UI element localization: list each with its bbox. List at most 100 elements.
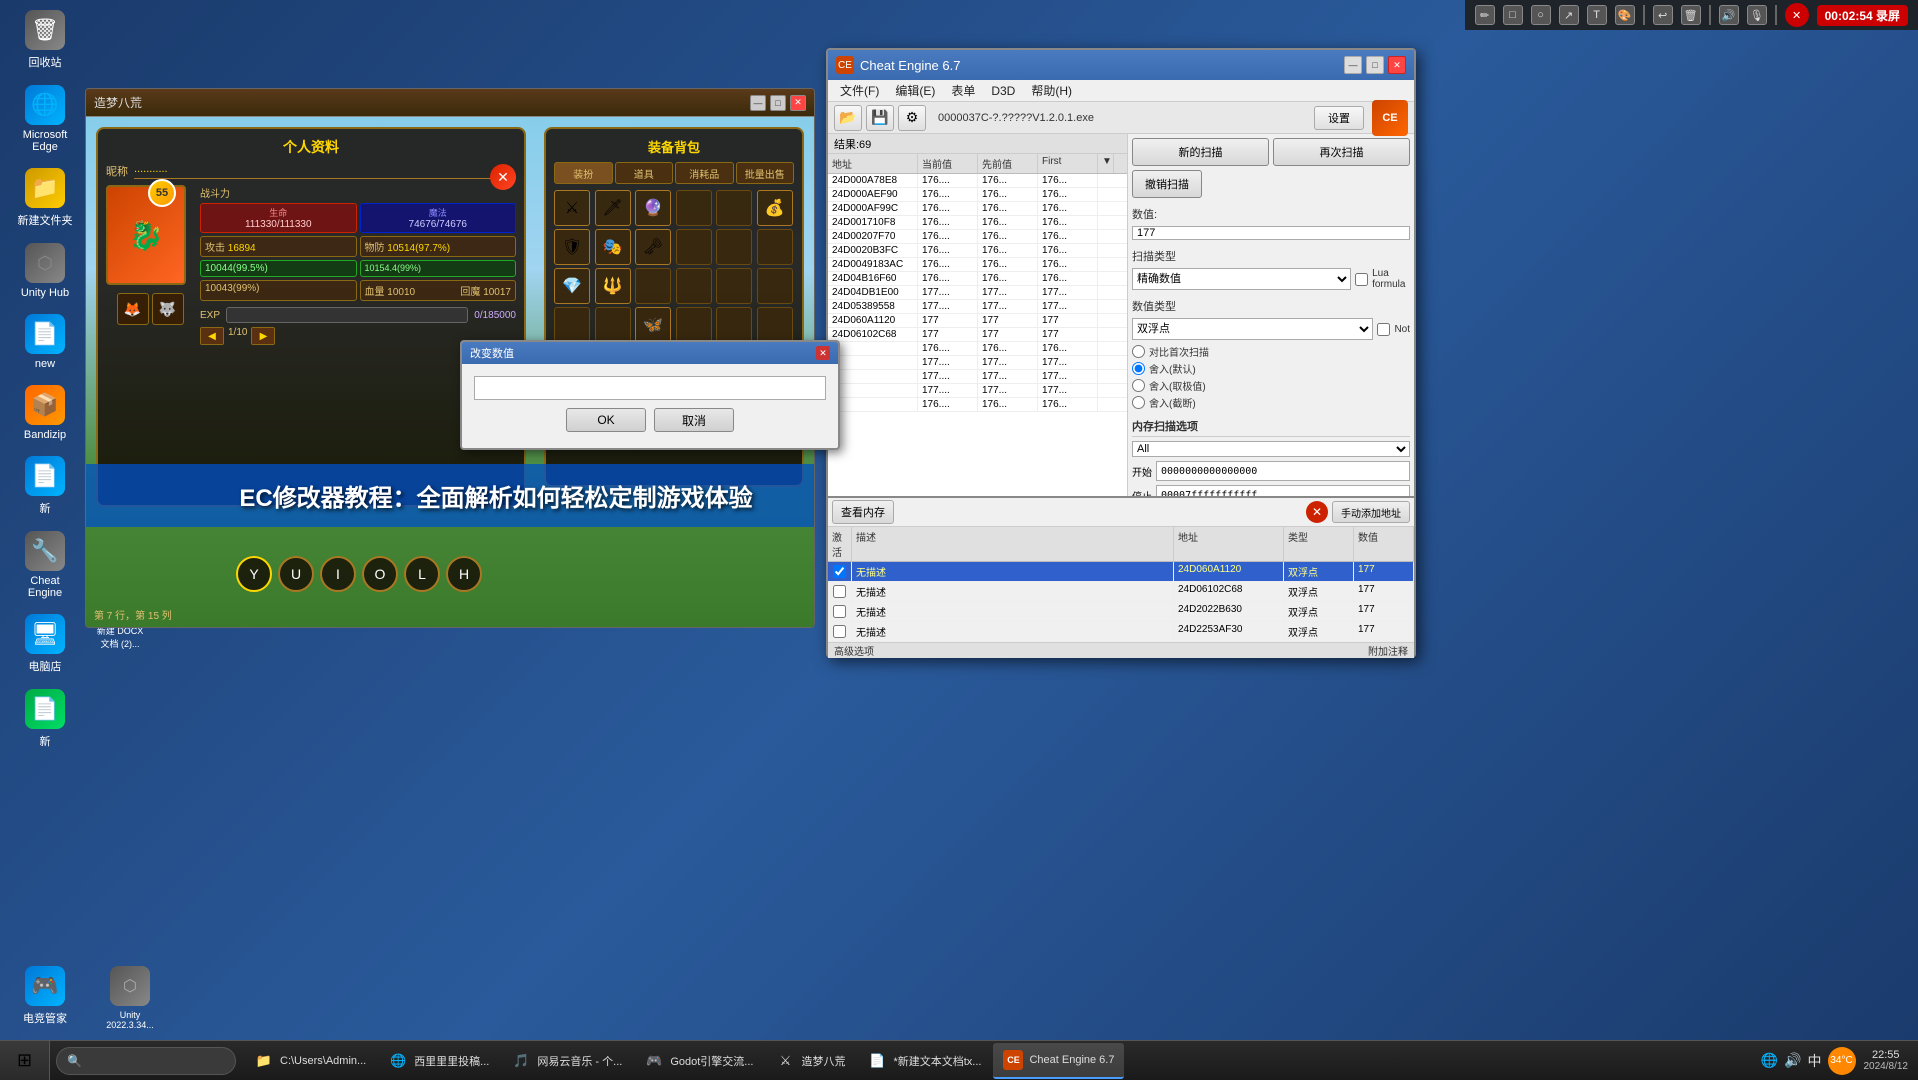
scan-row-9[interactable]: 24D05389558 177.... 177... 177... — [828, 300, 1127, 314]
ce-results-table[interactable]: 地址 当前值 先前值 First ▼ 24D000A78E8 176.... 1… — [828, 154, 1127, 496]
bag-slot-17[interactable] — [716, 268, 752, 304]
toolbar-delete[interactable]: 🗑 — [1681, 5, 1701, 25]
taskbar-app-ce[interactable]: CE Cheat Engine 6.7 — [993, 1043, 1124, 1079]
toolbar-circle[interactable]: ○ — [1531, 5, 1551, 25]
value-input[interactable] — [1132, 226, 1410, 240]
compare-radio-trunc[interactable] — [1132, 396, 1145, 409]
cancel-scan-button[interactable]: 撤销扫描 — [1132, 170, 1202, 198]
char-panel-close[interactable]: ✕ — [490, 164, 516, 190]
bag-slot-8[interactable]: 🎭 — [595, 229, 631, 265]
next-btn[interactable]: ▶ — [251, 327, 275, 345]
taskbar-app-explorer[interactable]: 📁 C:\Users\Admin... — [244, 1043, 376, 1079]
taskbar-app-game[interactable]: ⚔ 造梦八荒 — [765, 1043, 855, 1079]
ce-settings-btn[interactable]: 设置 — [1314, 106, 1364, 130]
game-minimize-button[interactable]: — — [750, 95, 766, 111]
bag-slot-16[interactable] — [676, 268, 712, 304]
ce-menu-file[interactable]: 文件(F) — [832, 80, 887, 101]
bag-tab-sell[interactable]: 批量出售 — [736, 162, 795, 184]
toolbar-audio[interactable]: 🔊 — [1719, 5, 1739, 25]
skill-o[interactable]: O — [362, 556, 398, 592]
taskbar-search[interactable]: 🔍 — [56, 1047, 236, 1075]
not-checkbox[interactable] — [1377, 323, 1390, 336]
compare-radio-default[interactable] — [1132, 362, 1145, 375]
addr-row-0[interactable]: 无描述 24D060A1120 双浮点 177 — [828, 562, 1414, 582]
sidebar-item-new-folder[interactable]: 📁 新建文件夹 — [10, 168, 80, 228]
sidebar-item-bandizip[interactable]: 📦 Bandizip — [10, 385, 80, 441]
sidebar-item-edge[interactable]: 🌐 MicrosoftEdge — [10, 85, 80, 153]
addr-checkbox-2[interactable] — [833, 605, 846, 618]
taskbar-app-netease[interactable]: 🎵 网易云音乐 - 个... — [501, 1043, 632, 1079]
bag-slot-20[interactable] — [595, 307, 631, 343]
dialog-ok-button[interactable]: OK — [566, 408, 646, 432]
addr-row-3[interactable]: 无描述 24D2253AF30 双浮点 177 — [828, 622, 1414, 642]
delete-icon[interactable]: ✕ — [1306, 501, 1328, 523]
bag-tab-item[interactable]: 道具 — [615, 162, 674, 184]
scan-row-10[interactable]: 24D060A1120 177 177 177 — [828, 314, 1127, 328]
new-scan-button[interactable]: 新的扫描 — [1132, 138, 1269, 166]
ce-menu-d3d[interactable]: D3D — [983, 82, 1023, 100]
dialog-close-button[interactable]: ✕ — [816, 346, 830, 360]
scan-row-12[interactable]: 176.... 176... 176... — [828, 342, 1127, 356]
game-close-button[interactable]: ✕ — [790, 95, 806, 111]
ce-open-button[interactable]: 📂 — [834, 105, 862, 131]
scan-row-2[interactable]: 24D000AF99C 176.... 176... 176... — [828, 202, 1127, 216]
game-maximize-button[interactable]: □ — [770, 95, 786, 111]
bag-slot-24[interactable] — [757, 307, 793, 343]
sidebar-item-unity-hub[interactable]: ⬡ Unity Hub — [10, 243, 80, 299]
toolbar-mic[interactable]: 🎙 — [1747, 5, 1767, 25]
stop-input[interactable] — [1156, 485, 1410, 496]
bag-slot-7[interactable]: 🛡 — [554, 229, 590, 265]
bag-slot-12[interactable] — [757, 229, 793, 265]
lua-formula-checkbox[interactable] — [1355, 273, 1368, 286]
scan-row-4[interactable]: 24D00207F70 176.... 176... 176... — [828, 230, 1127, 244]
bag-slot-22[interactable] — [676, 307, 712, 343]
skill-u[interactable]: U — [278, 556, 314, 592]
toolbar-stop[interactable]: ✕ — [1785, 3, 1809, 27]
skill-h[interactable]: H — [446, 556, 482, 592]
toolbar-arrow[interactable]: ↗ — [1559, 5, 1579, 25]
ce-settings-button2[interactable]: ⚙ — [898, 105, 926, 131]
view-memory-button[interactable]: 查看内存 — [832, 500, 894, 524]
scan-type-select[interactable]: 精确数值 — [1132, 268, 1351, 290]
bag-slot-5[interactable] — [716, 190, 752, 226]
compare-radio-max[interactable] — [1132, 379, 1145, 392]
addr-checkbox-1[interactable] — [833, 585, 846, 598]
scan-row-7[interactable]: 24D04B16F60 176.... 176... 176... — [828, 272, 1127, 286]
scan-row-0[interactable]: 24D000A78E8 176.... 176... 176... — [828, 174, 1127, 188]
toolbar-pencil[interactable]: ✏ — [1475, 5, 1495, 25]
ce-menu-help[interactable]: 帮助(H) — [1023, 80, 1080, 101]
toolbar-color[interactable]: 🎨 — [1615, 5, 1635, 25]
bag-slot-3[interactable]: 🔮 — [635, 190, 671, 226]
pet-slot-1[interactable]: 🦊 — [117, 293, 149, 325]
addr-checkbox-3[interactable] — [833, 625, 846, 638]
ce-close-button[interactable]: ✕ — [1388, 56, 1406, 74]
scan-row-8[interactable]: 24D04DB1E00 177.... 177... 177... — [828, 286, 1127, 300]
ce-menu-edit[interactable]: 编辑(E) — [887, 80, 943, 101]
sidebar-item-new3[interactable]: 📄 新 — [10, 689, 80, 749]
scan-row-13[interactable]: 177.... 177... 177... — [828, 356, 1127, 370]
ce-menu-table[interactable]: 表单 — [943, 80, 983, 101]
memory-scan-select[interactable]: All — [1132, 441, 1410, 457]
rescan-button[interactable]: 再次扫描 — [1273, 138, 1410, 166]
bag-slot-15[interactable] — [635, 268, 671, 304]
add-note[interactable]: 附加注释 — [1368, 643, 1408, 658]
bag-slot-18[interactable] — [757, 268, 793, 304]
dialog-cancel-button[interactable]: 取消 — [654, 408, 734, 432]
tray-network[interactable]: 🌐 — [1761, 1052, 1778, 1069]
bag-tab-equip[interactable]: 装扮 — [554, 162, 613, 184]
addr-row-1[interactable]: 无描述 24D06102C68 双浮点 177 — [828, 582, 1414, 602]
tray-temp[interactable]: 34°C — [1828, 1047, 1856, 1075]
start-input[interactable] — [1156, 461, 1410, 481]
taskbar-app-godot[interactable]: 🎮 Godot引擎交流... — [634, 1043, 763, 1079]
bag-slot-21[interactable]: 🦋 — [635, 307, 671, 343]
sidebar-item-cheat-engine[interactable]: 🔧 CheatEngine — [10, 531, 80, 599]
add-address-button[interactable]: 手动添加地址 — [1332, 501, 1410, 523]
bag-slot-6[interactable]: 💰 — [757, 190, 793, 226]
sidebar-item-new2[interactable]: 📄 新 — [10, 456, 80, 516]
start-button[interactable]: ⊞ — [0, 1041, 50, 1080]
sidebar-item-dianjianguan[interactable]: 🎮 电竞管家 — [10, 966, 80, 1030]
bag-slot-1[interactable]: ⚔ — [554, 190, 590, 226]
bag-tab-consumable[interactable]: 消耗品 — [675, 162, 734, 184]
bag-slot-2[interactable]: 🗡 — [595, 190, 631, 226]
bag-slot-13[interactable]: 💎 — [554, 268, 590, 304]
